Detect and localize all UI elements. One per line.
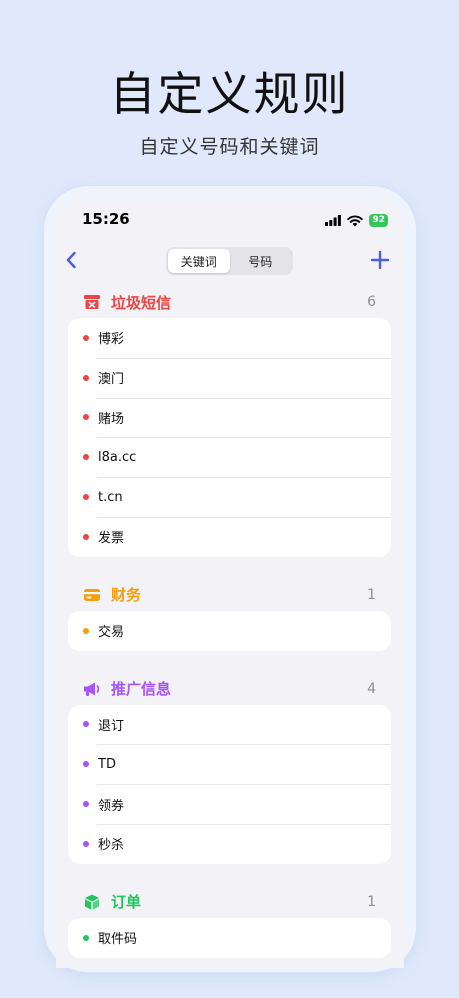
keyword-card: 取件码 — [68, 917, 391, 958]
color-dot-icon — [83, 934, 89, 941]
section-title: 垃圾短信 — [111, 293, 172, 312]
spam-box-icon — [82, 292, 102, 312]
card-icon — [82, 585, 102, 605]
keyword-row[interactable]: 取件码 — [68, 918, 391, 958]
status-time: 15:26 — [82, 210, 130, 228]
tab-keywords[interactable]: 关键词 — [168, 249, 230, 273]
color-dot-icon — [83, 454, 89, 461]
hero-subtitle: 自定义号码和关键词 — [139, 136, 320, 158]
add-button[interactable] — [368, 248, 392, 272]
section-header[interactable]: 垃圾短信 6 — [56, 286, 404, 318]
hero-title: 自定义规则 — [109, 67, 350, 121]
rules-list: 垃圾短信 6 博彩澳门赌场 l8a.cc t.cn 发票财务 1 交易推广信息 4 退订 TD 领券秒… — [56, 286, 404, 968]
keyword-row[interactable]: 领券 — [68, 784, 391, 824]
section-title: 推广信息 — [111, 680, 172, 699]
megaphone-icon — [82, 679, 102, 699]
phone-screen: 15:26 92 关键词 号码 垃圾短信 6 博彩 澳门 赌场 l8a.cc t… — [56, 198, 404, 968]
section-1: 财务 1 交易 — [56, 579, 404, 651]
keyword-row[interactable]: l8a.cc — [68, 437, 391, 477]
section-2: 推广信息 4 退订 TD 领券秒杀 — [56, 673, 404, 864]
keyword-row[interactable]: 赌场 — [68, 397, 391, 438]
keyword-card: 博彩澳门赌场 l8a.cc t.cn 发票 — [68, 318, 391, 557]
keyword-label: 交易 — [98, 625, 125, 641]
keyword-card: 退订 TD 领券秒杀 — [68, 704, 391, 864]
status-bar: 15:26 92 — [56, 210, 404, 232]
keyword-row[interactable]: 发票 — [68, 516, 391, 557]
keyword-card: 交易 — [68, 610, 391, 651]
section-count: 1 — [367, 586, 376, 603]
keyword-label: 领券 — [98, 798, 125, 814]
back-button[interactable] — [60, 248, 84, 272]
section-header[interactable]: 订单 1 — [56, 886, 404, 918]
color-dot-icon — [83, 721, 89, 728]
keyword-row[interactable]: t.cn — [68, 477, 391, 517]
section-3: 订单 1 取件码 — [56, 886, 404, 958]
status-icons: 92 — [325, 214, 388, 227]
keyword-row[interactable]: 退订 — [68, 705, 391, 745]
color-dot-icon — [83, 801, 89, 808]
keyword-label: 博彩 — [98, 332, 125, 348]
section-count: 6 — [367, 294, 376, 310]
keyword-label: TD — [98, 756, 116, 772]
section-header[interactable]: 推广信息 4 — [56, 673, 404, 705]
package-icon — [82, 892, 102, 912]
color-dot-icon — [83, 761, 89, 768]
keyword-label: 澳门 — [98, 372, 125, 388]
keyword-label: 退订 — [98, 718, 125, 734]
color-dot-icon — [83, 840, 89, 847]
keyword-label: 赌场 — [98, 411, 125, 427]
section-count: 1 — [367, 893, 376, 910]
battery-icon: 92 — [369, 214, 388, 227]
nav-bar: 关键词 号码 — [56, 246, 404, 276]
color-dot-icon — [83, 374, 89, 381]
color-dot-icon — [83, 334, 89, 341]
section-title: 订单 — [111, 893, 142, 912]
keyword-row[interactable]: TD — [68, 744, 391, 784]
keyword-row[interactable]: 博彩 — [68, 318, 391, 358]
keyword-label: t.cn — [98, 489, 123, 505]
keyword-row[interactable]: 交易 — [68, 611, 391, 651]
keyword-row[interactable]: 秒杀 — [68, 823, 391, 864]
color-dot-icon — [83, 627, 89, 634]
color-dot-icon — [83, 494, 89, 501]
color-dot-icon — [83, 533, 89, 540]
keyword-label: 取件码 — [98, 932, 138, 948]
keyword-label: l8a.cc — [98, 449, 137, 465]
section-0: 垃圾短信 6 博彩澳门赌场 l8a.cc t.cn 发票 — [56, 286, 404, 557]
plus-icon — [370, 250, 390, 270]
section-count: 4 — [367, 680, 376, 697]
keyword-row[interactable]: 澳门 — [68, 357, 391, 398]
cellular-signal-icon — [325, 215, 342, 226]
keyword-label: 秒杀 — [98, 838, 125, 854]
chevron-left-icon — [66, 251, 76, 269]
tab-numbers[interactable]: 号码 — [230, 249, 292, 273]
keyword-label: 发票 — [98, 531, 125, 547]
wifi-icon — [347, 215, 364, 226]
segmented-control: 关键词 号码 — [166, 247, 293, 275]
section-title: 财务 — [111, 586, 142, 605]
color-dot-icon — [83, 414, 89, 421]
section-header[interactable]: 财务 1 — [56, 579, 404, 611]
